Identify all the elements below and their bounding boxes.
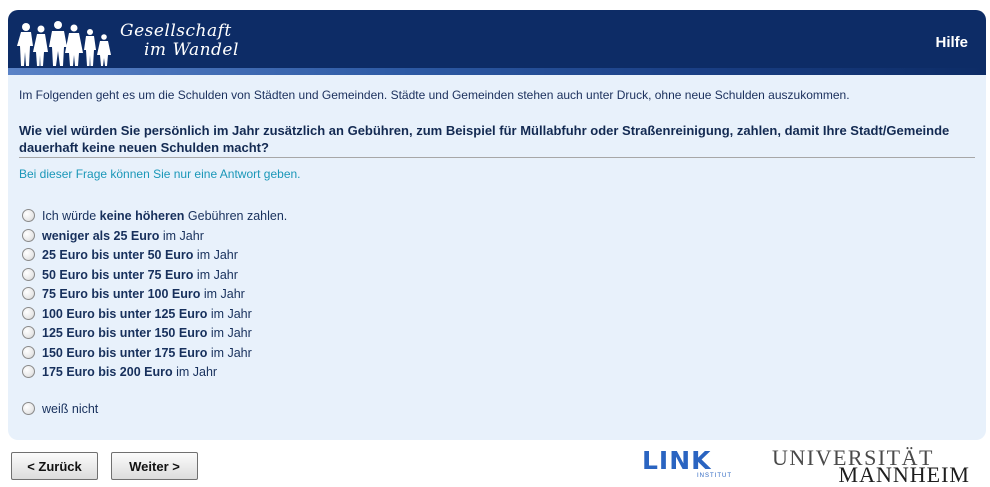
radio-button[interactable] [22,248,35,261]
header-bar: Gesellschaft im Wandel Hilfe [8,10,986,75]
radio-button[interactable] [22,268,35,281]
logo-title: Gesellschaft im Wandel [120,22,239,60]
radio-button[interactable] [22,229,35,242]
option-label: 150 Euro bis unter 175 Euro im Jahr [42,346,252,360]
option-text-bold: 100 Euro bis unter 125 Euro [42,306,208,321]
option-text-bold: 25 Euro bis unter 50 Euro [42,247,194,262]
radio-button[interactable] [22,287,35,300]
survey-panel: Gesellschaft im Wandel Hilfe Im Folgende… [8,10,986,440]
radio-button[interactable] [22,346,35,359]
option-label: 125 Euro bis unter 150 Euro im Jahr [42,326,252,340]
option-25-50[interactable]: 25 Euro bis unter 50 Euro im Jahr [22,245,238,264]
next-button[interactable]: Weiter > [111,452,198,480]
universitaet-mannheim-logo: UNIVERSITÄT MANNHEIM [772,446,974,487]
logo-title-line1: Gesellschaft [120,21,232,41]
option-label: Ich würde keine höheren Gebühren zahlen. [42,209,287,223]
people-silhouettes-logo-icon [17,21,111,66]
option-no-higher-fees[interactable]: Ich würde keine höheren Gebühren zahlen. [22,206,287,225]
radio-button[interactable] [22,365,35,378]
question-text: Wie viel würden Sie persönlich im Jahr z… [19,123,950,155]
link-logo-subtitle: INSTITUT [697,473,732,479]
option-label: 75 Euro bis unter 100 Euro im Jahr [42,287,245,301]
option-100-125[interactable]: 100 Euro bis unter 125 Euro im Jahr [22,304,252,323]
option-text-post: im Jahr [207,306,252,321]
link-institut-logo: LINK INSTITUT [642,447,734,481]
radio-button[interactable] [22,326,35,339]
option-label: weniger als 25 Euro im Jahr [42,229,204,243]
option-text-post: im Jahr [172,364,218,379]
option-125-150[interactable]: 125 Euro bis unter 150 Euro im Jahr [22,323,252,342]
option-text-post: im Jahr [207,325,252,340]
option-text-bold: 150 Euro bis unter 175 Euro [42,345,208,360]
option-label: 25 Euro bis unter 50 Euro im Jahr [42,248,238,262]
logo-title-line2: im Wandel [144,40,239,60]
help-link[interactable]: Hilfe [935,34,968,51]
option-50-75[interactable]: 50 Euro bis unter 75 Euro im Jahr [22,265,238,284]
link-logo-wordmark: LINK [642,446,712,475]
option-text-post: im Jahr [207,345,252,360]
option-dont-know[interactable]: weiß nicht [22,399,98,418]
option-text-bold: keine höheren [99,208,185,223]
option-text-bold: weniger als 25 Euro [42,228,160,243]
radio-button[interactable] [22,402,35,415]
intro-text: Im Folgenden geht es um die Schulden von… [19,88,850,102]
option-text-post: im Jahr [159,228,204,243]
option-text-post: Gebühren zahlen. [184,208,288,223]
option-label: 100 Euro bis unter 125 Euro im Jahr [42,307,252,321]
option-text-bold: 175 Euro bis 200 Euro [42,364,173,379]
option-text-post: im Jahr [200,286,245,301]
uni-logo-line2: MANNHEIM [838,462,970,487]
option-label: 50 Euro bis unter 75 Euro im Jahr [42,268,238,282]
option-under-25[interactable]: weniger als 25 Euro im Jahr [22,226,204,245]
option-150-175[interactable]: 150 Euro bis unter 175 Euro im Jahr [22,343,252,362]
header-stripe [8,68,986,75]
radio-button[interactable] [22,307,35,320]
option-text-bold: 50 Euro bis unter 75 Euro [42,267,194,282]
option-label: weiß nicht [42,401,99,416]
option-175-200[interactable]: 175 Euro bis 200 Euro im Jahr [22,362,217,381]
option-label: 175 Euro bis 200 Euro im Jahr [42,365,217,379]
radio-button[interactable] [22,209,35,222]
option-text-post: im Jahr [193,247,238,262]
option-text-bold: 75 Euro bis unter 100 Euro [42,286,201,301]
divider [19,157,975,158]
answer-hint: Bei dieser Frage können Sie nur eine Ant… [19,167,301,181]
option-text-pre: Ich würde [42,208,100,223]
option-text-post: im Jahr [193,267,238,282]
back-button[interactable]: < Zurück [11,452,98,480]
option-text-bold: 125 Euro bis unter 150 Euro [42,325,208,340]
option-75-100[interactable]: 75 Euro bis unter 100 Euro im Jahr [22,284,245,303]
